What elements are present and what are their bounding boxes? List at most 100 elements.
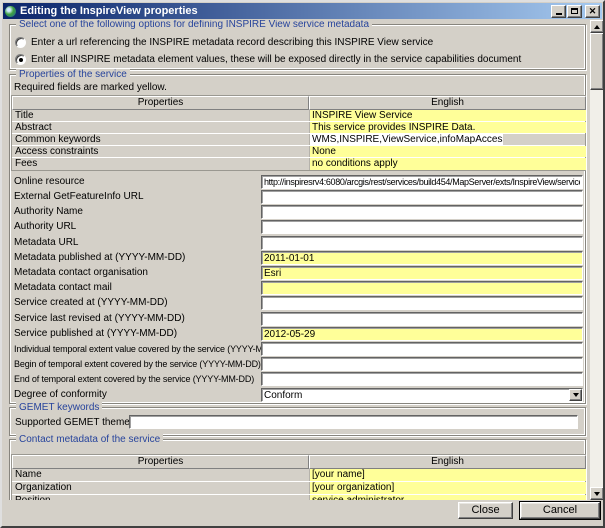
scrollbar-thumb[interactable] (590, 33, 604, 90)
contact-position-value-cell[interactable]: service administrator (310, 495, 586, 500)
degree-of-conformity-combobox[interactable]: Conform (261, 388, 583, 402)
table-row-position: Position service administrator (12, 495, 585, 500)
metadata-contact-mail-input[interactable] (261, 281, 583, 295)
field-label: Service published at (YYYY-MM-DD) (14, 328, 177, 340)
radio-metadata-url[interactable] (15, 37, 26, 48)
contact-metadata-table: Properties English Name [your name] Orga… (11, 454, 586, 500)
contact-group-legend: Contact metadata of the service (16, 434, 163, 445)
field-label: Metadata URL (14, 237, 78, 249)
begin-temporal-extent-input[interactable] (261, 357, 583, 371)
service-published-at-input[interactable] (261, 327, 583, 341)
gemet-themes-input[interactable] (129, 415, 578, 429)
title-value-cell[interactable]: INSPIRE View Service (310, 110, 586, 121)
service-last-revised-at-input[interactable] (261, 312, 583, 326)
titlebar[interactable]: Editing the InspireView properties ✕ (3, 3, 602, 19)
minimize-button[interactable] (551, 5, 566, 18)
field-row-metadata-contact-mail: Metadata contact mail (14, 281, 581, 295)
row-label: Title (12, 110, 309, 121)
dialog-window: Editing the InspireView properties ✕ Sel… (0, 0, 605, 528)
common-keywords-value-cell[interactable]: WMS,INSPIRE,ViewService,infoMapAccessSer… (310, 134, 503, 145)
combobox-dropdown-button[interactable] (569, 389, 582, 401)
close-button[interactable]: Close (458, 502, 513, 519)
close-icon: ✕ (589, 7, 597, 16)
vertical-scrollbar[interactable] (590, 20, 604, 500)
maximize-button[interactable] (567, 5, 582, 18)
field-row-online-resource: Online resource (14, 175, 581, 189)
options-group-legend: Select one of the following options for … (16, 20, 372, 30)
contact-organization-value-cell[interactable]: [your organization] (310, 482, 586, 494)
scroll-down-button[interactable] (590, 487, 604, 500)
maximize-icon (571, 8, 578, 14)
authority-name-input[interactable] (261, 205, 583, 219)
properties-column-header: Properties (12, 455, 309, 469)
authority-url-input[interactable] (261, 220, 583, 234)
window-title: Editing the InspireView properties (20, 5, 550, 17)
properties-groupbox: Properties of the service Required field… (9, 74, 586, 404)
field-label: External GetFeatureInfo URL (14, 191, 144, 203)
table-row-name: Name [your name] (12, 469, 585, 482)
field-row-metadata-url: Metadata URL (14, 236, 581, 250)
table-header-row: Properties English (12, 96, 585, 110)
field-row-end-temporal-extent: End of temporal extent covered by the se… (14, 372, 581, 386)
metadata-published-at-input[interactable] (261, 251, 583, 265)
field-label: Begin of temporal extent covered by the … (14, 358, 261, 370)
gemet-group-legend: GEMET keywords (16, 402, 102, 413)
table-row-title: Title INSPIRE View Service (12, 110, 585, 122)
field-row-external-getfeatureinfo-url: External GetFeatureInfo URL (14, 190, 581, 204)
field-label: Metadata contact organisation (14, 267, 148, 279)
close-window-button[interactable]: ✕ (585, 5, 600, 18)
cancel-button[interactable]: Cancel (520, 502, 600, 519)
row-label: Abstract (12, 122, 309, 133)
content-viewport: Select one of the following options for … (5, 20, 590, 500)
table-header-row: Properties English (12, 455, 585, 469)
field-label: Service last revised at (YYYY-MM-DD) (14, 313, 185, 325)
radio-metadata-all-label: Enter all INSPIRE metadata element value… (31, 54, 521, 65)
row-label: Position (12, 495, 309, 500)
metadata-url-input[interactable] (261, 236, 583, 250)
field-label: Degree of conformity (14, 389, 107, 401)
table-row-access-constraints: Access constraints None (12, 146, 585, 158)
field-row-metadata-published-at: Metadata published at (YYYY-MM-DD) (14, 251, 581, 265)
field-label: Individual temporal extent value covered… (14, 343, 289, 355)
external-getfeatureinfo-url-input[interactable] (261, 190, 583, 204)
abstract-value-cell[interactable]: This service provides INSPIRE Data. (310, 122, 586, 133)
field-label: Service created at (YYYY-MM-DD) (14, 297, 168, 309)
scroll-up-button[interactable] (590, 20, 604, 33)
field-row-metadata-contact-organisation: Metadata contact organisation (14, 266, 581, 280)
gemet-themes-label: Supported GEMET themes (15, 417, 135, 428)
table-row-abstract: Abstract This service provides INSPIRE D… (12, 122, 585, 134)
required-fields-note: Required fields are marked yellow. (14, 82, 167, 93)
field-label: End of temporal extent covered by the se… (14, 373, 254, 385)
field-row-begin-temporal-extent: Begin of temporal extent covered by the … (14, 357, 581, 371)
row-label: Access constraints (12, 146, 309, 157)
field-row-degree-of-conformity: Degree of conformity Conform (14, 388, 581, 402)
table-row-organization: Organization [your organization] (12, 482, 585, 495)
minimize-icon (556, 13, 562, 15)
row-label: Name (12, 469, 309, 481)
online-resource-input[interactable] (261, 175, 583, 189)
row-label: Common keywords (12, 134, 309, 145)
field-row-authority-url: Authority URL (14, 220, 581, 234)
field-row-service-published-at: Service published at (YYYY-MM-DD) (14, 327, 581, 341)
individual-temporal-extent-input[interactable] (261, 342, 583, 356)
language-column-header: English (309, 455, 586, 469)
radio-metadata-all[interactable] (15, 54, 26, 65)
field-row-authority-name: Authority Name (14, 205, 581, 219)
globe-app-icon (5, 6, 16, 17)
service-created-at-input[interactable] (261, 296, 583, 310)
radio-row-all: Enter all INSPIRE metadata element value… (15, 54, 521, 65)
field-row-individual-temporal-extent: Individual temporal extent value covered… (14, 342, 581, 356)
access-constraints-value-cell[interactable]: None (310, 146, 586, 157)
contact-name-value-cell[interactable]: [your name] (310, 469, 586, 481)
table-row-fees: Fees no conditions apply (12, 158, 585, 170)
fees-value-cell[interactable]: no conditions apply (310, 158, 586, 170)
end-temporal-extent-input[interactable] (261, 372, 583, 386)
row-label: Fees (12, 158, 309, 170)
field-label: Authority URL (14, 221, 76, 233)
table-row-common-keywords: Common keywords WMS,INSPIRE,ViewService,… (12, 134, 585, 146)
field-row-service-last-revised-at: Service last revised at (YYYY-MM-DD) (14, 312, 581, 326)
options-groupbox: Select one of the following options for … (9, 24, 586, 70)
field-label: Authority Name (14, 206, 83, 218)
contact-groupbox: Contact metadata of the service Properti… (9, 439, 586, 500)
metadata-contact-organisation-input[interactable] (261, 266, 583, 280)
